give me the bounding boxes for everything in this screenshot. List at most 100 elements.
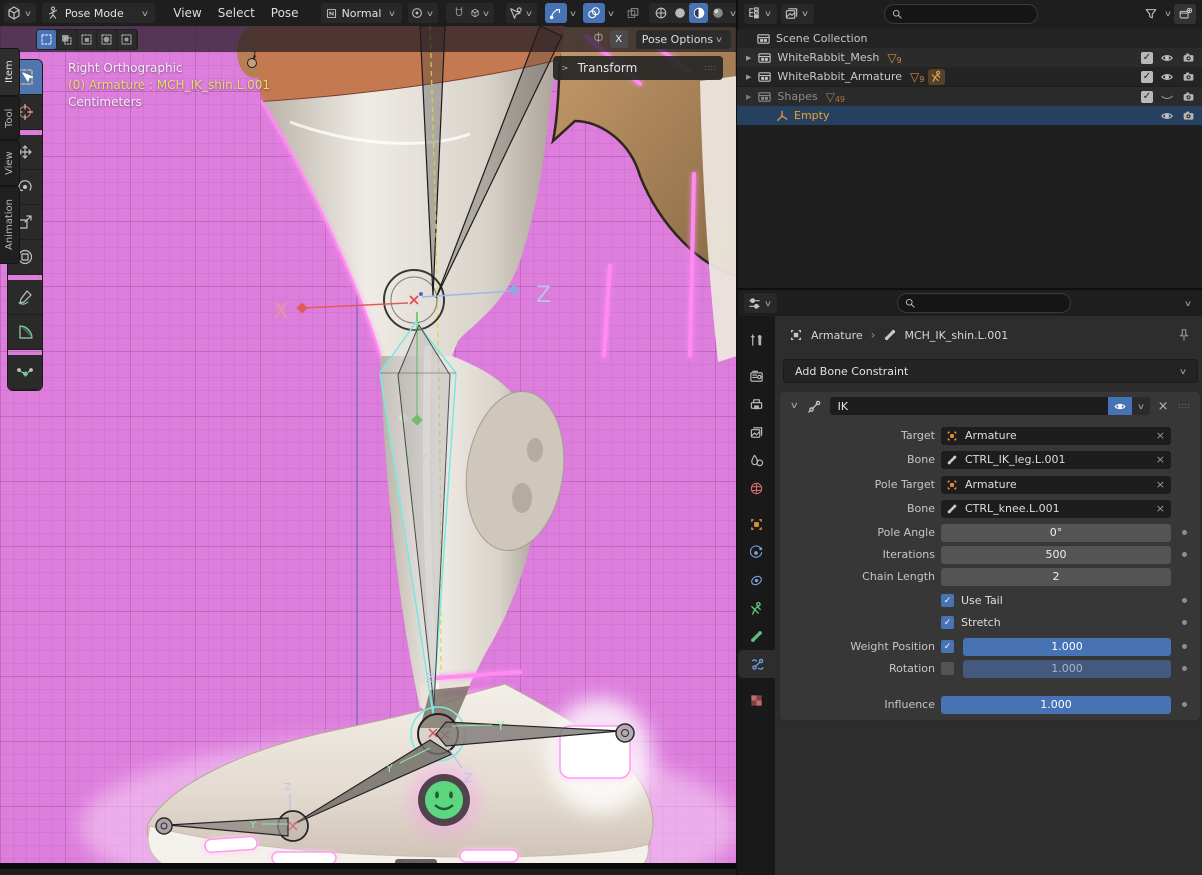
menu-view[interactable]: View — [165, 0, 209, 26]
constraint-delete-button[interactable]: × — [1158, 399, 1169, 414]
weight-position-slider[interactable]: 1.000 — [963, 638, 1171, 656]
expand-arrow[interactable]: ▶ — [746, 73, 751, 81]
tab-object[interactable] — [737, 510, 775, 538]
select-mode-intersect[interactable] — [117, 30, 136, 49]
animate-decorator[interactable] — [1182, 530, 1187, 535]
mode-dropdown[interactable]: Pose Mode ∨ — [42, 3, 155, 23]
constraint-name-field[interactable]: IK — [830, 397, 1108, 415]
hide-eye-closed-icon[interactable] — [1159, 90, 1175, 104]
tab-texture[interactable] — [737, 686, 775, 714]
chain-length-input[interactable]: 2 — [941, 568, 1171, 586]
sidebar-tab-animation[interactable]: Animation — [0, 186, 20, 264]
transform-orientation-dropdown[interactable]: Normal ∨ — [321, 3, 402, 23]
xray-toggle[interactable] — [622, 3, 643, 23]
hide-eye-icon[interactable] — [1159, 70, 1175, 84]
influence-slider[interactable]: 1.000 — [941, 696, 1171, 714]
constraint-enable-eye-toggle[interactable] — [1108, 397, 1132, 415]
disable-render-camera-icon[interactable] — [1181, 90, 1196, 103]
show-gizmo-toggle[interactable] — [545, 3, 567, 23]
transform-panel-header[interactable]: ∨ Transform ∷∷ — [553, 56, 723, 80]
toe-control-ball[interactable] — [156, 818, 172, 834]
outliner-display-mode-dropdown[interactable]: ∨ — [781, 4, 814, 24]
mirror-x-toggle[interactable]: X — [610, 30, 628, 48]
bone-field[interactable]: CTRL_IK_leg.L.001 × — [941, 451, 1171, 469]
properties-options-dropdown[interactable]: ∨ — [1180, 299, 1197, 308]
hide-eye-icon[interactable] — [1159, 109, 1175, 123]
use-tail-checkbox[interactable]: ✓ — [941, 594, 954, 607]
pole-target-field[interactable]: Armature × — [941, 476, 1171, 494]
clear-bone-button[interactable]: × — [1156, 453, 1165, 466]
stretch-checkbox[interactable]: ✓ — [941, 616, 954, 629]
tab-physics[interactable] — [737, 538, 775, 566]
outliner-row-scene-collection[interactable]: Scene Collection — [737, 29, 1202, 48]
select-mode-extend[interactable] — [57, 30, 76, 49]
disable-render-camera-icon[interactable] — [1181, 70, 1196, 83]
animate-decorator[interactable] — [1182, 620, 1187, 625]
disable-render-camera-icon[interactable] — [1181, 51, 1196, 64]
viewport-canvas[interactable]: X Z Y Y — [0, 26, 737, 869]
tab-output[interactable] — [737, 390, 775, 418]
exclude-checkbox[interactable]: ✓ — [1141, 71, 1153, 83]
select-mode-new[interactable] — [37, 30, 56, 49]
target-field[interactable]: Armature × — [941, 427, 1171, 445]
shading-wireframe-button[interactable] — [651, 3, 670, 23]
pole-bone-field[interactable]: CTRL_knee.L.001 × — [941, 500, 1171, 518]
new-collection-button[interactable] — [1174, 4, 1196, 24]
expand-arrow[interactable]: ▶ — [746, 93, 751, 101]
tool-measure[interactable] — [8, 315, 42, 350]
tab-object-constraints[interactable] — [737, 566, 775, 594]
select-mode-subtract[interactable] — [77, 30, 96, 49]
exclude-checkbox[interactable]: ✓ — [1141, 52, 1153, 64]
outliner-row-empty[interactable]: Empty — [737, 106, 1202, 125]
shading-solid-button[interactable] — [670, 3, 689, 23]
breadcrumb-object[interactable]: Armature — [811, 329, 863, 342]
iterations-input[interactable]: 500 — [941, 546, 1171, 564]
outliner-search-input[interactable] — [884, 4, 1038, 24]
constraint-grip[interactable]: ∷∷ — [1179, 402, 1191, 411]
rotation-checkbox[interactable] — [941, 662, 954, 675]
exclude-checkbox[interactable]: ✓ — [1141, 91, 1153, 103]
object-type-visibility-dropdown[interactable]: ∨ — [506, 3, 537, 23]
pole-angle-input[interactable]: 0° — [941, 524, 1171, 542]
outliner-row-shapes[interactable]: ▶ Shapes ▽ 49 ✓ — [737, 87, 1202, 106]
tab-bone-constraints[interactable] — [738, 650, 776, 678]
constraint-extras-dropdown[interactable]: ∨ — [1132, 397, 1150, 415]
tab-object-data-armature[interactable] — [737, 594, 775, 622]
outliner-row-whiterabbit-armature[interactable]: ▶ WhiteRabbit_Armature ▽ 9 ✓ — [737, 67, 1202, 86]
snap-target-dropdown[interactable]: ∨ — [470, 3, 492, 23]
clear-target-button[interactable]: × — [1156, 429, 1165, 442]
select-mode-invert[interactable] — [97, 30, 116, 49]
breadcrumb-bone[interactable]: MCH_IK_shin.L.001 — [904, 329, 1008, 342]
panel-collapse-arrow[interactable]: ∨ — [785, 401, 803, 411]
hide-eye-icon[interactable] — [1159, 51, 1175, 65]
tab-view-layer[interactable] — [737, 418, 775, 446]
clear-pole-target-button[interactable]: × — [1156, 478, 1165, 491]
animate-decorator[interactable] — [1182, 702, 1187, 707]
rotation-slider[interactable]: 1.000 — [963, 660, 1171, 678]
pivot-point-dropdown[interactable]: ∨ — [408, 3, 438, 23]
shading-material-button[interactable] — [689, 3, 708, 23]
menu-pose[interactable]: Pose — [263, 0, 307, 26]
tool-annotate[interactable] — [8, 280, 42, 315]
tool-pose-breakdowner[interactable] — [8, 355, 42, 390]
tab-scene[interactable] — [737, 446, 775, 474]
panel-grip[interactable]: ∷∷ — [705, 64, 717, 73]
editor-type-button[interactable]: ∨ — [4, 3, 36, 23]
outliner-row-whiterabbit-mesh[interactable]: ▶ WhiteRabbit_Mesh ▽ 9 ✓ — [737, 48, 1202, 67]
menu-select[interactable]: Select — [210, 0, 263, 26]
clear-pole-bone-button[interactable]: × — [1156, 502, 1165, 515]
animate-decorator[interactable] — [1182, 666, 1187, 671]
animate-decorator[interactable] — [1182, 598, 1187, 603]
add-bone-constraint-button[interactable]: Add Bone Constraint ∨ — [783, 359, 1198, 383]
expand-arrow[interactable]: ▶ — [746, 54, 751, 62]
animate-decorator[interactable] — [1182, 552, 1187, 557]
tab-tool[interactable] — [737, 326, 775, 354]
heel-control-ball[interactable] — [616, 724, 634, 742]
sidebar-tab-item[interactable]: Item — [0, 48, 20, 96]
properties-editor-type-button[interactable]: ∨ — [744, 293, 777, 313]
tab-bone[interactable] — [737, 622, 775, 650]
pose-options-dropdown[interactable]: Pose Options ∨ — [636, 30, 731, 49]
outliner-editor-type-button[interactable]: ∨ — [744, 4, 777, 24]
animate-decorator[interactable] — [1182, 644, 1187, 649]
disable-render-camera-icon[interactable] — [1181, 109, 1196, 122]
